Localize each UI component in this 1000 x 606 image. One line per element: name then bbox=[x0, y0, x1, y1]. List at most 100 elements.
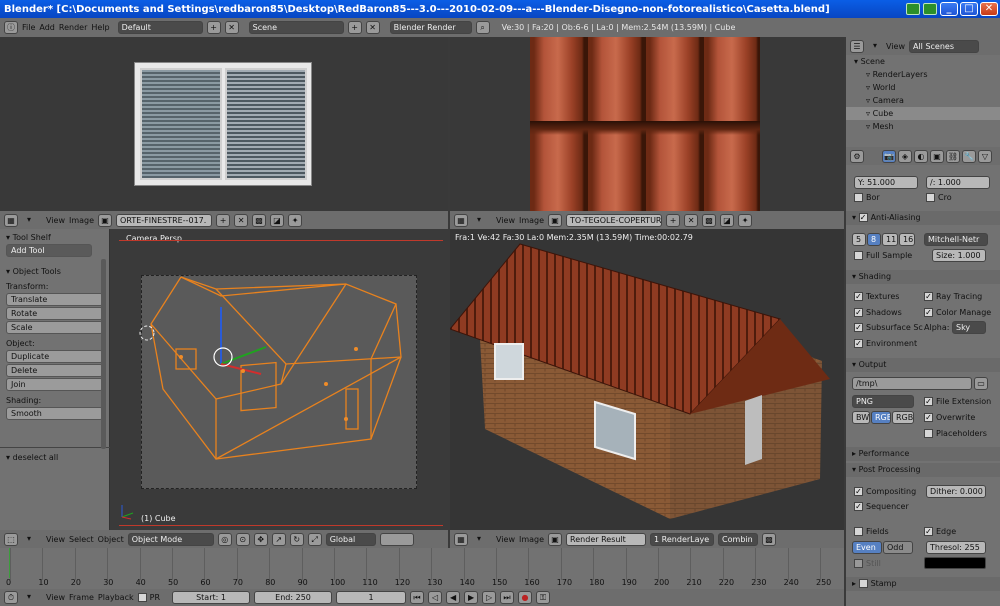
outliner-filter-select[interactable]: All Scenes bbox=[908, 39, 979, 53]
add-screen-icon[interactable]: + bbox=[206, 21, 221, 34]
editor-type-icon[interactable]: ⬚ bbox=[4, 532, 18, 546]
current-frame-field[interactable]: 1 bbox=[336, 591, 407, 604]
editor-type-icon[interactable]: ⚙ bbox=[850, 150, 864, 163]
editor-type-icon[interactable]: ⓘ bbox=[4, 21, 18, 34]
close-button[interactable]: ✕ bbox=[980, 2, 998, 16]
subsurface-checkbox[interactable]: ✓ Subsurface Sc bbox=[854, 323, 923, 332]
file-format-select[interactable]: PNG bbox=[852, 395, 914, 408]
render-result-canvas[interactable]: Fra:1 Ve:42 Fa:30 La:0 Mem:2.35M (13.59M… bbox=[450, 229, 844, 530]
minimize-button[interactable]: _ bbox=[940, 2, 958, 16]
menu-add[interactable]: Add bbox=[39, 23, 55, 32]
editor-type-icon[interactable]: ▦ bbox=[4, 213, 18, 227]
rotate-widget-icon[interactable]: ↻ bbox=[289, 532, 304, 546]
translate-button[interactable]: Translate bbox=[6, 293, 103, 306]
anti-aliasing-panel-header[interactable]: ▾ ✓ Anti-Aliasing bbox=[846, 211, 1000, 225]
dither-field[interactable]: Dither: 0.000 bbox=[926, 485, 986, 498]
layers-grid[interactable] bbox=[379, 532, 414, 546]
object-context-icon[interactable]: ▣ bbox=[930, 150, 944, 163]
image-browse-icon[interactable]: ▣ bbox=[548, 532, 563, 546]
delete-scene-icon[interactable]: ✕ bbox=[365, 21, 380, 34]
menu-toggle-icon[interactable]: ▾ bbox=[22, 214, 36, 227]
environment-checkbox[interactable]: ✓ Environment bbox=[854, 339, 917, 348]
jump-start-icon[interactable]: ⏮ bbox=[410, 591, 425, 604]
menu-object[interactable]: Object bbox=[98, 535, 124, 544]
menu-view[interactable]: View bbox=[886, 42, 905, 51]
checker-icon[interactable]: ▩ bbox=[252, 213, 267, 227]
edge-checkbox[interactable]: ✓ Edge bbox=[924, 527, 956, 536]
outliner-item[interactable]: ▿ Camera bbox=[846, 94, 1000, 107]
menu-view[interactable]: View bbox=[46, 535, 65, 544]
duplicate-button[interactable]: Duplicate bbox=[6, 350, 103, 363]
prev-keyframe-icon[interactable]: ◁ bbox=[428, 591, 443, 604]
color-manage-checkbox[interactable]: ✓ Color Manage bbox=[924, 308, 991, 317]
menu-file[interactable]: File bbox=[22, 23, 35, 32]
play-icon[interactable]: ▶ bbox=[464, 591, 479, 604]
fields-checkbox[interactable]: Fields bbox=[854, 527, 889, 536]
editor-type-icon[interactable]: ▦ bbox=[454, 213, 468, 227]
end-frame-field[interactable]: End: 250 bbox=[254, 591, 333, 604]
constraints-context-icon[interactable]: ⛓ bbox=[946, 150, 960, 163]
scale-widget-icon[interactable]: ⤢ bbox=[307, 532, 322, 546]
menu-select[interactable]: Select bbox=[69, 535, 94, 544]
menu-toggle-icon[interactable]: ▾ bbox=[868, 40, 882, 53]
image-editor-right-canvas[interactable] bbox=[450, 37, 844, 211]
add-image-icon[interactable]: + bbox=[666, 213, 681, 227]
menu-view[interactable]: View bbox=[46, 593, 65, 602]
render-layer-select[interactable]: 1 RenderLaye bbox=[650, 532, 715, 546]
next-keyframe-icon[interactable]: ▷ bbox=[482, 591, 497, 604]
image-editor-left-canvas[interactable] bbox=[0, 37, 448, 211]
overwrite-checkbox[interactable]: ✓ Overwrite bbox=[924, 413, 975, 422]
menu-toggle-icon[interactable]: ▾ bbox=[22, 591, 36, 604]
menu-image[interactable]: Image bbox=[519, 216, 544, 225]
menu-frame[interactable]: Frame bbox=[69, 593, 94, 602]
image-name-field[interactable]: ORTE-FINESTRE--017. bbox=[116, 213, 213, 227]
add-tool-select[interactable]: Add Tool bbox=[6, 244, 92, 257]
render-pass-select[interactable]: Combin bbox=[718, 532, 759, 546]
border-checkbox[interactable]: Bor bbox=[854, 193, 880, 202]
aa-samples-8[interactable]: 8 bbox=[867, 233, 881, 246]
post-processing-panel-header[interactable]: ▾ Post Processing bbox=[846, 463, 1000, 477]
folder-icon[interactable]: ▭ bbox=[974, 377, 988, 390]
scale-button[interactable]: Scale bbox=[6, 321, 103, 334]
image-name-field[interactable]: Render Result bbox=[566, 532, 647, 546]
menu-view[interactable]: View bbox=[496, 535, 515, 544]
outliner-item[interactable]: ▿ RenderLayers bbox=[846, 68, 1000, 81]
color-mode-bw[interactable]: BW bbox=[852, 411, 870, 424]
sequencer-checkbox[interactable]: ✓ Sequencer bbox=[854, 502, 909, 511]
performance-panel-header[interactable]: ▸ Performance bbox=[846, 447, 1000, 461]
crop-checkbox[interactable]: Cro bbox=[926, 193, 952, 202]
pivot-icon[interactable]: ⊙ bbox=[235, 532, 250, 546]
render-context-icon[interactable]: 📷 bbox=[882, 150, 896, 163]
join-button[interactable]: Join bbox=[6, 378, 103, 391]
menu-toggle-icon[interactable]: ▾ bbox=[472, 533, 486, 546]
resolution-y-field[interactable]: Y: 51.000 bbox=[854, 176, 918, 189]
pin-icon[interactable]: ✦ bbox=[738, 213, 753, 227]
add-scene-icon[interactable]: + bbox=[347, 21, 362, 34]
outliner-item[interactable]: ▾ Scene bbox=[846, 55, 1000, 68]
last-operator-panel[interactable]: ▾ deselect all bbox=[0, 449, 64, 464]
add-image-icon[interactable]: + bbox=[216, 213, 231, 227]
menu-image[interactable]: Image bbox=[69, 216, 94, 225]
start-frame-field[interactable]: Start: 1 bbox=[172, 591, 251, 604]
aa-size-field[interactable]: Size: 1.000 bbox=[932, 249, 986, 262]
field-order-odd[interactable]: Odd bbox=[883, 541, 913, 554]
outliner-item[interactable]: ▿ Mesh bbox=[846, 120, 1000, 133]
rotate-button[interactable]: Rotate bbox=[6, 307, 103, 320]
manipulator-icon[interactable]: ✥ bbox=[253, 532, 268, 546]
menu-playback[interactable]: Playback bbox=[98, 593, 134, 602]
menu-toggle-icon[interactable]: ▾ bbox=[472, 214, 486, 227]
mode-select[interactable]: Object Mode bbox=[127, 532, 214, 546]
jump-end-icon[interactable]: ⏭ bbox=[500, 591, 515, 604]
delete-button[interactable]: Delete bbox=[6, 364, 103, 377]
color-mode-rgba[interactable]: RGBA bbox=[892, 411, 914, 424]
checker-icon[interactable]: ▩ bbox=[762, 532, 777, 546]
delete-screen-icon[interactable]: ✕ bbox=[224, 21, 239, 34]
editor-type-icon[interactable]: ⏱ bbox=[4, 591, 18, 604]
menu-image[interactable]: Image bbox=[519, 535, 544, 544]
object-tools-panel-title[interactable]: ▾ Object Tools bbox=[0, 263, 109, 278]
alpha-select[interactable]: Sky bbox=[952, 321, 986, 334]
aa-samples-16[interactable]: 16 bbox=[899, 233, 915, 246]
scene-field[interactable]: Scene bbox=[248, 21, 344, 34]
play-reverse-icon[interactable]: ◀ bbox=[446, 591, 461, 604]
keying-set-icon[interactable]: ⚿ bbox=[536, 591, 551, 604]
